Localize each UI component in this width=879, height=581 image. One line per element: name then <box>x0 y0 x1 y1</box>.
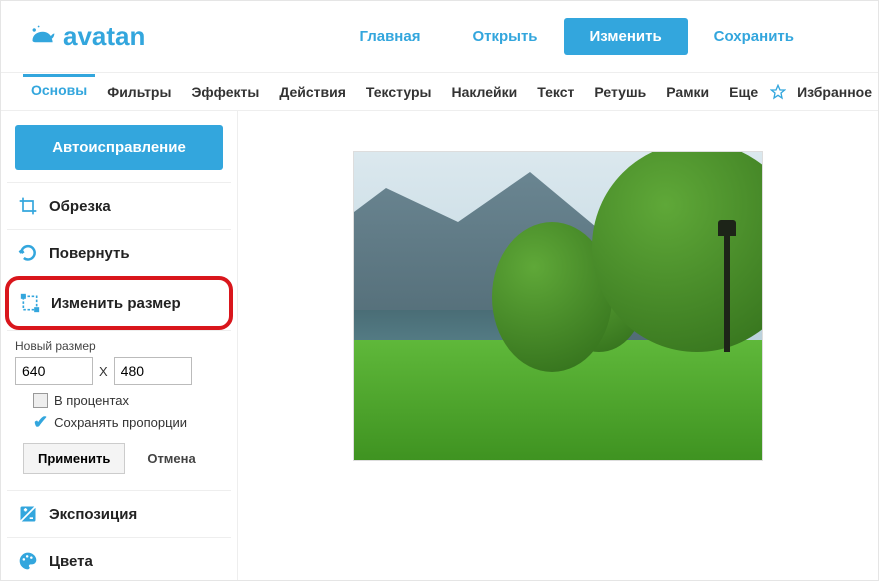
tool-crop-label: Обрезка <box>49 198 111 215</box>
tab-effects[interactable]: Эффекты <box>183 76 267 108</box>
keep-proportions-checkbox[interactable]: ✔ Сохранять пропорции <box>33 412 223 433</box>
nav-open[interactable]: Открыть <box>446 18 563 55</box>
tool-rotate[interactable]: Повернуть <box>7 229 231 276</box>
canvas-area <box>238 111 878 580</box>
tool-exposure-label: Экспозиция <box>49 506 137 523</box>
tool-rotate-label: Повернуть <box>49 245 130 262</box>
tool-colors-label: Цвета <box>49 553 93 570</box>
tab-stickers[interactable]: Наклейки <box>443 76 525 108</box>
star-icon <box>770 84 786 100</box>
tab-frames[interactable]: Рамки <box>658 76 717 108</box>
dimension-separator: X <box>99 364 108 379</box>
apply-button[interactable]: Применить <box>23 443 125 474</box>
tab-basics[interactable]: Основы <box>23 74 95 106</box>
exposure-icon <box>17 503 39 525</box>
logo[interactable]: avatan <box>29 21 145 52</box>
tab-filters[interactable]: Фильтры <box>99 76 179 108</box>
rotate-icon <box>17 242 39 264</box>
resize-icon <box>19 292 41 314</box>
sidebar: Автоисправление Обрезка Повернуть Измени… <box>1 111 238 580</box>
check-icon: ✔ <box>33 412 48 433</box>
tab-textures[interactable]: Текстуры <box>358 76 440 108</box>
height-input[interactable] <box>114 357 192 385</box>
tool-resize-label: Изменить размер <box>51 295 181 312</box>
tool-exposure[interactable]: Экспозиция <box>7 490 231 537</box>
nav-edit[interactable]: Изменить <box>564 18 688 55</box>
favorites-label: Избранное <box>789 76 879 108</box>
nav-home[interactable]: Главная <box>333 18 446 55</box>
auto-fix-button[interactable]: Автоисправление <box>15 125 223 170</box>
tab-more[interactable]: Еще <box>721 76 766 108</box>
tab-text[interactable]: Текст <box>529 76 582 108</box>
logo-text: avatan <box>63 21 145 52</box>
crop-icon <box>17 195 39 217</box>
tab-actions[interactable]: Действия <box>271 76 354 108</box>
palette-icon <box>17 550 39 572</box>
width-input[interactable] <box>15 357 93 385</box>
resize-panel: Новый размер X В процентах ✔ Сохранять п… <box>7 330 231 490</box>
tool-resize[interactable]: Изменить размер <box>5 276 233 330</box>
percent-label: В процентах <box>54 393 129 408</box>
cancel-button[interactable]: Отмена <box>133 443 209 474</box>
top-nav: Главная Открыть Изменить Сохранить <box>333 18 850 55</box>
keep-proportions-label: Сохранять пропорции <box>54 415 187 430</box>
tab-retouch[interactable]: Ретушь <box>586 76 654 108</box>
edited-image[interactable] <box>353 151 763 461</box>
tool-tabs: Основы Фильтры Эффекты Действия Текстуры… <box>1 73 878 111</box>
whale-icon <box>29 23 57 51</box>
percent-checkbox[interactable]: В процентах <box>33 393 223 408</box>
checkbox-icon <box>33 393 48 408</box>
tool-crop[interactable]: Обрезка <box>7 182 231 229</box>
new-size-label: Новый размер <box>15 339 223 353</box>
tool-colors[interactable]: Цвета <box>7 537 231 580</box>
nav-save[interactable]: Сохранить <box>688 18 820 55</box>
favorites-button[interactable]: Избранное <box>770 76 879 108</box>
